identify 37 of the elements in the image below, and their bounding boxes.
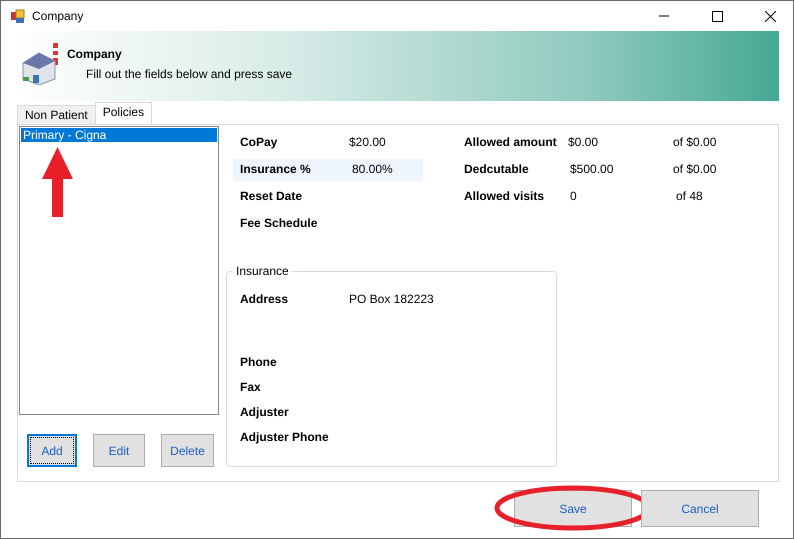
field-label: Adjuster Phone <box>240 430 329 444</box>
field-label: Allowed visits <box>464 188 544 203</box>
field-label: CoPay <box>240 134 278 149</box>
field-label: Insurance % <box>240 161 311 176</box>
maximize-icon[interactable] <box>712 10 722 22</box>
field-label: Fee Schedule <box>240 215 318 230</box>
field-label: Address <box>240 292 288 306</box>
window-title: Company <box>32 9 84 23</box>
add-button[interactable]: Add <box>27 434 77 467</box>
field-value: $20.00 <box>349 134 387 149</box>
app-icon <box>10 8 25 24</box>
header-subtitle: Fill out the fields below and press save <box>86 67 292 81</box>
tab[interactable]: Policies <box>94 102 152 124</box>
field-label: Fax <box>240 380 261 394</box>
edit-button[interactable]: Edit <box>93 434 145 467</box>
delete-button[interactable]: Delete <box>161 434 214 467</box>
header-title: Company <box>67 47 123 61</box>
field-label: Allowed amount <box>464 134 557 149</box>
field-value: 80.00% <box>352 161 393 176</box>
field-value: $500.00 <box>570 161 614 176</box>
field-value: $0.00 <box>568 134 600 149</box>
tab[interactable]: Non Patient <box>17 105 96 124</box>
cancel-button[interactable]: Cancel <box>641 490 759 527</box>
field-total: of $0.00 <box>673 161 718 176</box>
field-label: Phone <box>240 355 277 369</box>
field-label: Adjuster <box>240 405 289 419</box>
field-total: of 48 <box>676 188 704 203</box>
policy-list[interactable]: Primary - Cigna <box>19 126 219 415</box>
field-label: Dedcutable <box>464 161 529 176</box>
arrow-icon <box>42 147 73 217</box>
field-total: of $0.00 <box>673 134 718 149</box>
field-value: 0 <box>570 188 578 203</box>
close-icon[interactable] <box>764 10 776 22</box>
group-title: Insurance <box>235 264 290 278</box>
policy-item[interactable]: Primary - Cigna <box>21 128 217 142</box>
field-label: Reset Date <box>240 188 302 203</box>
field-value: PO Box 182223 <box>349 292 434 306</box>
